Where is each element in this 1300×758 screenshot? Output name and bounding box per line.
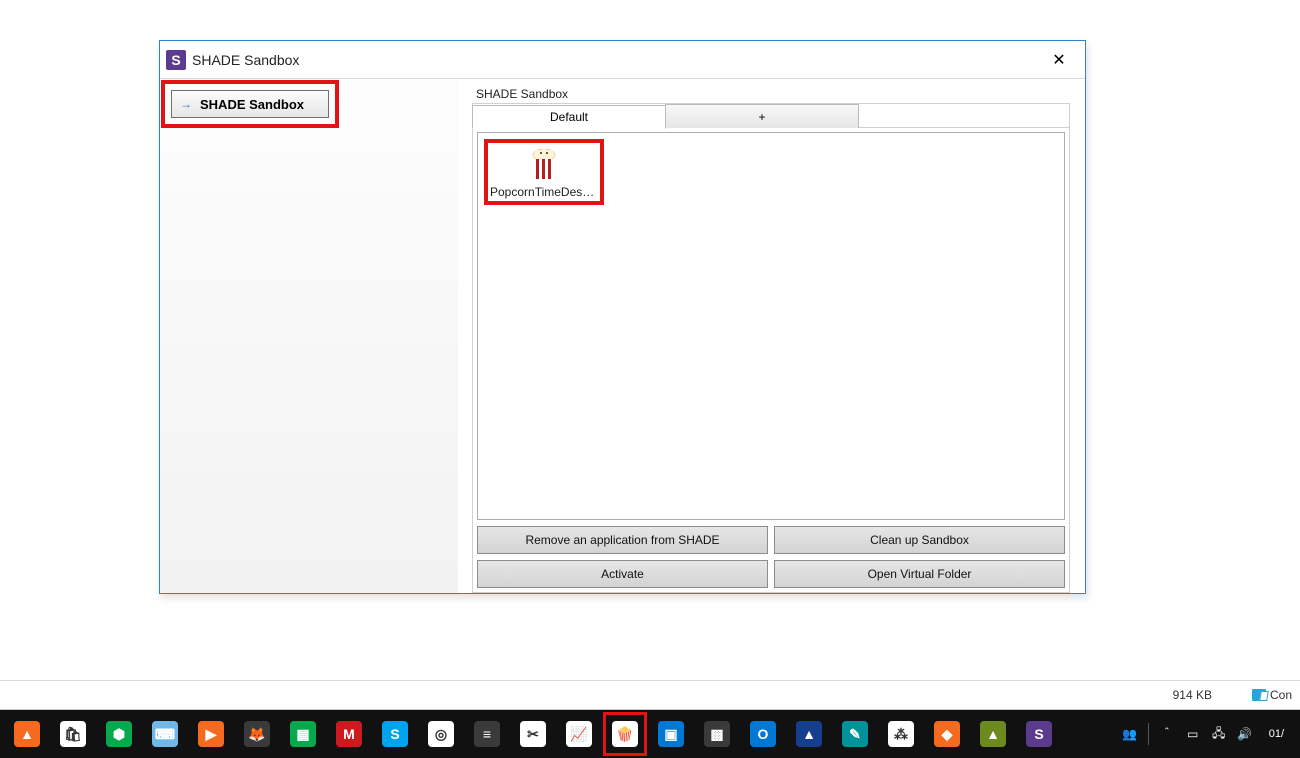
- taskbar-item-snip[interactable]: ✂: [511, 712, 555, 756]
- paint-icon: ✎: [842, 721, 868, 747]
- tab-label: Default: [550, 110, 588, 124]
- taskbar-item-game[interactable]: ▩: [695, 712, 739, 756]
- taskbar-item-mcafee[interactable]: M: [327, 712, 371, 756]
- app-window: S SHADE Sandbox ✕ → SHADE Sandbox SHADE …: [159, 40, 1086, 594]
- zoom-icon: ▣: [658, 721, 684, 747]
- taskbar-item-popcorn-time[interactable]: 🍿: [603, 712, 647, 756]
- tabstrip: Default +: [473, 104, 1069, 128]
- chrome-icon: ◎: [428, 721, 454, 747]
- network-icon[interactable]: 🖧: [1211, 726, 1227, 742]
- popcorn-time-icon: 🍿: [612, 721, 638, 747]
- sandbox-item-list[interactable]: PopcornTimeDesk...: [477, 132, 1065, 520]
- tab-default[interactable]: Default: [472, 105, 666, 129]
- titlebar[interactable]: S SHADE Sandbox ✕: [160, 41, 1085, 79]
- taskbar-item-spreadsheet[interactable]: ▦: [281, 712, 325, 756]
- sidebar-item-shade-sandbox[interactable]: → SHADE Sandbox: [171, 90, 329, 118]
- close-button[interactable]: ✕: [1039, 46, 1079, 74]
- taskbar-clock[interactable]: 01/: [1263, 728, 1290, 740]
- sidebar-highlight: → SHADE Sandbox: [161, 80, 339, 128]
- monitor-icon: 📈: [566, 721, 592, 747]
- sidebar-item-label: SHADE Sandbox: [200, 97, 304, 112]
- snip-icon: ✂: [520, 721, 546, 747]
- taskbar-item-app-green[interactable]: ⬢: [97, 712, 141, 756]
- people-icon[interactable]: 👥: [1122, 726, 1138, 742]
- taskbar-item-keyboard[interactable]: ⌨: [143, 712, 187, 756]
- taskbar-item-slack[interactable]: ⁂: [879, 712, 923, 756]
- sound-icon[interactable]: 🔊: [1237, 726, 1253, 742]
- skype-icon: S: [382, 721, 408, 747]
- app-orange-icon: ◆: [934, 721, 960, 747]
- mcafee-icon: M: [336, 721, 362, 747]
- ms-store-icon: 🛍: [60, 721, 86, 747]
- taskbar-item-photos[interactable]: ▲: [787, 712, 831, 756]
- activate-button[interactable]: Activate: [477, 560, 768, 588]
- taskbar-item-landscape[interactable]: ▲: [971, 712, 1015, 756]
- taskbar: ▲🛍⬢⌨▶🦊▦MS◎≡✂📈🍿▣▩O▲✎⁂◆▲S 👥 ＾ ▭ 🖧 🔊 01/: [0, 710, 1300, 758]
- remove-app-button[interactable]: Remove an application from SHADE: [477, 526, 768, 554]
- item-highlight: PopcornTimeDesk...: [484, 139, 604, 205]
- item-label: PopcornTimeDesk...: [490, 185, 598, 199]
- plus-icon: +: [758, 110, 765, 124]
- taskbar-item-media-player[interactable]: ▶: [189, 712, 233, 756]
- vlc-icon: ▲: [14, 721, 40, 747]
- shade-app-icon: S: [1026, 721, 1052, 747]
- taskbar-item-zoom[interactable]: ▣: [649, 712, 693, 756]
- game-icon: ▩: [704, 721, 730, 747]
- group-title: SHADE Sandbox: [476, 87, 1075, 101]
- taskbar-item-chrome[interactable]: ◎: [419, 712, 463, 756]
- system-tray: 👥 ＾ ▭ 🖧 🔊 01/: [1122, 723, 1296, 745]
- battery-icon[interactable]: ▭: [1185, 726, 1201, 742]
- taskbar-item-firefox[interactable]: 🦊: [235, 712, 279, 756]
- content-area: SHADE Sandbox Default +: [458, 79, 1085, 593]
- window-body: → SHADE Sandbox SHADE Sandbox Default +: [160, 79, 1085, 593]
- window-title: SHADE Sandbox: [192, 52, 299, 68]
- arrow-right-icon: →: [180, 97, 192, 111]
- action-buttons: Remove an application from SHADE Clean u…: [477, 526, 1065, 588]
- sandbox-item-popcorn-time[interactable]: PopcornTimeDesk...: [490, 147, 598, 199]
- photos-icon: ▲: [796, 721, 822, 747]
- taskbar-item-monitor[interactable]: 📈: [557, 712, 601, 756]
- close-icon: ✕: [1052, 50, 1065, 70]
- app-green-icon: ⬢: [106, 721, 132, 747]
- status-size: 914 KB: [1173, 688, 1212, 702]
- taskbar-item-outlook[interactable]: O: [741, 712, 785, 756]
- taskbar-item-skype[interactable]: S: [373, 712, 417, 756]
- firefox-icon: 🦊: [244, 721, 270, 747]
- landscape-icon: ▲: [980, 721, 1006, 747]
- cleanup-sandbox-button[interactable]: Clean up Sandbox: [774, 526, 1065, 554]
- taskbar-item-ms-store[interactable]: 🛍: [51, 712, 95, 756]
- tab-add[interactable]: +: [665, 104, 859, 128]
- sandbox-group: Default +: [472, 103, 1070, 593]
- spreadsheet-icon: ▦: [290, 721, 316, 747]
- media-player-icon: ▶: [198, 721, 224, 747]
- open-virtual-folder-button[interactable]: Open Virtual Folder: [774, 560, 1065, 588]
- slack-icon: ⁂: [888, 721, 914, 747]
- keyboard-icon: ⌨: [152, 721, 178, 747]
- taskbar-item-paint[interactable]: ✎: [833, 712, 877, 756]
- explorer-status-strip: 914 KB Con: [0, 680, 1300, 710]
- computer-icon: [1252, 689, 1266, 701]
- outlook-icon: O: [750, 721, 776, 747]
- taskbar-item-vlc[interactable]: ▲: [5, 712, 49, 756]
- deezer-icon: ≡: [474, 721, 500, 747]
- app-icon: S: [166, 50, 186, 70]
- sidebar: → SHADE Sandbox: [160, 79, 458, 593]
- taskbar-item-shade-app[interactable]: S: [1017, 712, 1061, 756]
- taskbar-item-app-orange[interactable]: ◆: [925, 712, 969, 756]
- status-right-label: Con: [1270, 688, 1292, 702]
- tray-chevron-icon[interactable]: ＾: [1159, 726, 1175, 742]
- popcorn-icon: [527, 147, 561, 181]
- taskbar-item-deezer[interactable]: ≡: [465, 712, 509, 756]
